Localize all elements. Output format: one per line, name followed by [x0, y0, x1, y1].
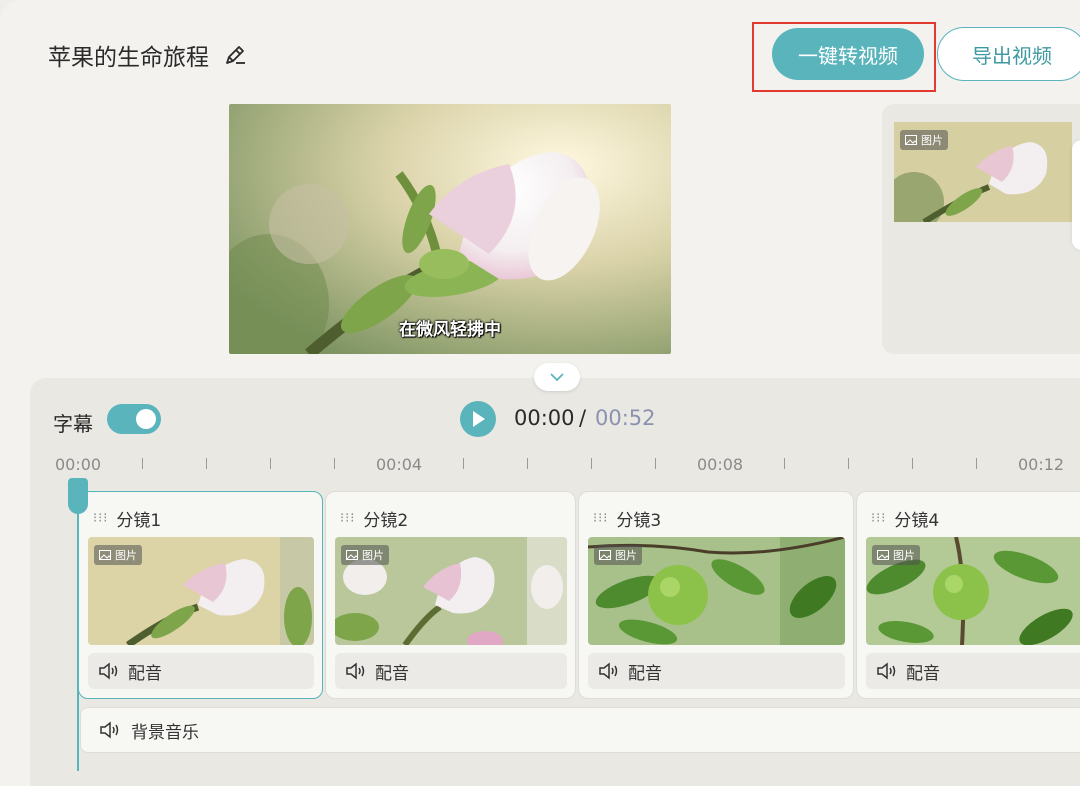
drag-handle-icon[interactable]: ⁝⁝⁝ [93, 511, 108, 526]
play-button[interactable] [460, 401, 496, 437]
drag-handle-icon[interactable]: ⁝⁝⁝ [593, 511, 608, 526]
dub-track[interactable]: 配音 [866, 653, 1080, 689]
dub-label: 配音 [906, 663, 940, 684]
total-time: 00:52 [595, 406, 656, 430]
chevron-down-icon [550, 373, 564, 382]
drag-handle-icon[interactable]: ⁝⁝⁝ [871, 511, 886, 526]
dub-label: 配音 [128, 663, 162, 684]
clip-thumbnail[interactable]: 图片 [866, 537, 1080, 645]
clip-card-2[interactable]: ⁝⁝⁝ 分镜2 图片 配音 [325, 491, 576, 699]
drag-handle-icon[interactable]: ⁝⁝⁝ [340, 511, 355, 526]
clip-header: ⁝⁝⁝ 分镜4 [871, 506, 939, 531]
clip-header: ⁝⁝⁝ 分镜1 [93, 506, 161, 531]
ruler-label: 00:00 [55, 455, 102, 474]
dub-label: 配音 [628, 663, 662, 684]
current-time: 00:00 [514, 406, 575, 430]
side-thumbnail[interactable]: 图片 [894, 122, 1072, 222]
dub-track[interactable]: 配音 [588, 653, 845, 689]
ruler-tick [912, 458, 913, 469]
image-badge: 图片 [94, 545, 142, 565]
dub-track[interactable]: 配音 [88, 653, 314, 689]
clip-card-1[interactable]: ⁝⁝⁝ 分镜1 图片 配音 [78, 491, 323, 699]
dub-track[interactable]: 配音 [335, 653, 567, 689]
speaker-icon [99, 662, 118, 680]
project-title-text: 苹果的生命旅程 [48, 45, 209, 71]
image-badge: 图片 [872, 545, 920, 565]
image-icon [905, 135, 917, 145]
image-badge: 图片 [594, 545, 642, 565]
side-preview-card[interactable]: 图片 [882, 104, 1080, 354]
ruler-tick [976, 458, 977, 469]
image-badge-label: 图片 [921, 134, 943, 147]
bgm-label: 背景音乐 [131, 722, 199, 743]
ruler-tick [591, 458, 592, 469]
clip-card-3[interactable]: ⁝⁝⁝ 分镜3 图片 配音 [578, 491, 854, 699]
preview-caption: 在微风轻拂中 [399, 320, 501, 340]
bgm-track[interactable]: 背景音乐 [80, 707, 1080, 753]
image-badge-label: 图片 [362, 549, 384, 562]
editor-page: 苹果的生命旅程 一键转视频 导出视频 在微风轻拂中 图片 字幕 00:00 / … [0, 0, 1080, 786]
image-icon [599, 550, 611, 560]
subtitle-toggle[interactable] [107, 404, 161, 434]
image-badge-label: 图片 [893, 549, 915, 562]
speaker-icon [100, 721, 119, 739]
convert-to-video-button[interactable]: 一键转视频 [772, 28, 924, 80]
ruler-label: 00:08 [697, 455, 744, 474]
clip-header: ⁝⁝⁝ 分镜2 [340, 506, 408, 531]
image-badge: 图片 [341, 545, 389, 565]
ruler-tick [527, 458, 528, 469]
export-video-button[interactable]: 导出视频 [937, 27, 1080, 81]
ruler-tick [655, 458, 656, 469]
clip-header: ⁝⁝⁝ 分镜3 [593, 506, 661, 531]
video-preview[interactable]: 在微风轻拂中 [229, 104, 671, 354]
image-badge: 图片 [900, 130, 948, 150]
clip-thumbnail[interactable]: 图片 [588, 537, 845, 645]
clip-thumbnail[interactable]: 图片 [88, 537, 314, 645]
dub-label: 配音 [375, 663, 409, 684]
image-icon [877, 550, 889, 560]
subtitle-label: 字幕 [53, 412, 93, 436]
ruler-tick [463, 458, 464, 469]
image-badge-label: 图片 [615, 549, 637, 562]
ruler-tick [784, 458, 785, 469]
ruler-tick [206, 458, 207, 469]
collapse-button[interactable] [534, 363, 580, 391]
ruler-tick [848, 458, 849, 469]
project-title: 苹果的生命旅程 [48, 38, 247, 72]
ruler-label: 00:04 [376, 455, 423, 474]
ruler-tick [270, 458, 271, 469]
playhead-line [77, 505, 79, 771]
ruler-label: 00:12 [1018, 455, 1065, 474]
ruler-tick [142, 458, 143, 469]
clip-label: 分镜1 [116, 511, 162, 531]
speaker-icon [599, 662, 618, 680]
image-icon [99, 550, 111, 560]
clip-card-4[interactable]: ⁝⁝⁝ 分镜4 图片 配音 [856, 491, 1080, 699]
side-scroll-handle[interactable] [1072, 140, 1080, 250]
image-badge-label: 图片 [115, 549, 137, 562]
ruler-tick [334, 458, 335, 469]
toggle-knob [136, 409, 156, 429]
edit-pencil-icon[interactable] [223, 43, 247, 67]
speaker-icon [877, 662, 896, 680]
play-icon [473, 411, 485, 427]
clip-label: 分镜2 [363, 511, 409, 531]
speaker-icon [346, 662, 365, 680]
time-separator: / [579, 406, 587, 430]
image-icon [346, 550, 358, 560]
clip-thumbnail[interactable]: 图片 [335, 537, 567, 645]
clip-label: 分镜3 [616, 511, 662, 531]
clip-label: 分镜4 [894, 511, 940, 531]
